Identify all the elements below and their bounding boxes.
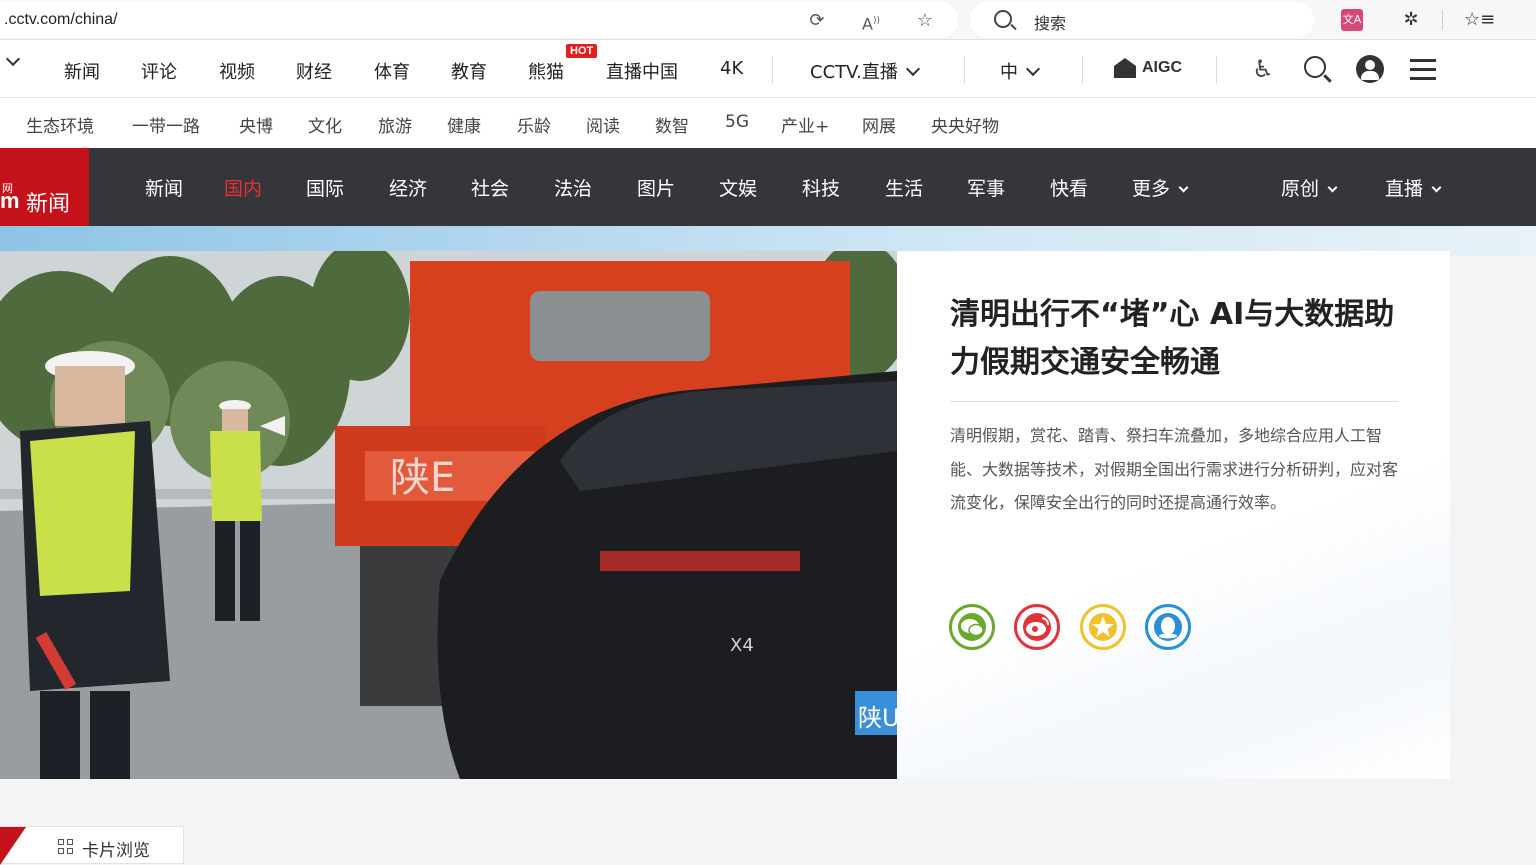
site-sub-nav: 生态环境 一带一路 央博 文化 旅游 健康 乐龄 阅读 数智 5G 产业+ 网展… [0,98,1536,148]
refresh-icon[interactable]: ⟳ [806,10,828,32]
channel-original-dropdown[interactable]: 原创 [1281,174,1338,201]
topnav-item-video[interactable]: 视频 [219,58,255,84]
nav-collapse-chevron-icon[interactable] [5,51,21,73]
channel-item-news[interactable]: 新闻 [145,174,183,201]
hero-photo[interactable]: 陕E X4 陕U [0,251,897,779]
search-placeholder: 搜索 [1034,14,1067,33]
nav-divider [964,56,965,84]
weibo-icon[interactable] [1014,604,1060,650]
browser-toolbar: .cctv.com/china/ ⟳ A)) ☆ 搜索 文A ✲ ☆≡ [0,0,1536,40]
card-view-toggle[interactable]: 卡片浏览 [0,826,184,865]
nav-divider [1082,56,1083,84]
language-label: 中 [1000,62,1018,83]
translate-icon[interactable]: 文A [1341,9,1363,31]
favorites-list-icon[interactable]: ☆≡ [1464,9,1495,31]
toolbar-divider [1442,10,1443,30]
topnav-item-comment[interactable]: 评论 [141,58,177,84]
page-right-margin [1450,256,1536,779]
hero-summary: 清明假期，赏花、踏青、祭扫车流叠加，多地综合应用人工智能、大数据等技术，对假期全… [950,426,1399,512]
channel-item-life[interactable]: 生活 [885,174,923,201]
channel-item-entertainment[interactable]: 文娱 [719,174,757,201]
topnav-item-panda[interactable]: 熊猫 [528,58,564,84]
extensions-icon[interactable]: ✲ [1400,9,1422,31]
cctv-live-dropdown[interactable]: CCTV.直播 [810,58,920,84]
hot-badge: HOT [566,44,598,58]
aigc-link[interactable]: AIGC [1114,58,1182,78]
chevron-down-icon [1025,61,1041,77]
subnav-item[interactable]: 旅游 [378,112,412,137]
original-label: 原创 [1281,178,1320,200]
user-avatar-icon[interactable] [1355,54,1385,84]
channel-live-dropdown[interactable]: 直播 [1385,174,1442,201]
headline-divider [950,401,1398,402]
car-model-text: X4 [730,635,754,656]
channel-item-quicklook[interactable]: 快看 [1050,174,1088,201]
subnav-item[interactable]: 文化 [308,112,342,137]
channel-item-law[interactable]: 法治 [554,174,592,201]
grid-icon [58,839,74,855]
chevron-down-icon [1178,182,1189,193]
search-icon [994,10,1012,28]
subnav-item[interactable]: 乐龄 [517,112,551,137]
subnav-item[interactable]: 生态环境 [26,112,94,137]
chevron-down-icon [905,61,920,77]
cctv-live-label: CCTV.直播 [810,62,898,83]
subnav-item[interactable]: 网展 [862,112,896,137]
subnav-item[interactable]: 健康 [447,112,481,137]
more-label: 更多 [1132,178,1171,200]
nav-divider [772,56,773,84]
subnav-item[interactable]: 央博 [239,112,273,137]
topnav-item-4k[interactable]: 4K [720,58,743,79]
logo-m-text: m [0,188,20,213]
red-corner-decoration [0,827,26,865]
browser-search-box[interactable]: 搜索 [970,2,1314,38]
accessibility-icon[interactable]: ♿ [1248,54,1278,84]
subnav-item[interactable]: 数智 [655,112,689,137]
channel-item-photos[interactable]: 图片 [637,174,675,201]
chevron-down-icon [1431,182,1442,193]
nav-divider [1216,56,1217,84]
hero-article-card: 清明出行不“堵”心 AI与大数据助力假期交通安全畅通 清明假期，赏花、踏青、祭扫… [897,251,1450,779]
channel-item-domestic[interactable]: 国内 [224,174,262,201]
read-aloud-icon[interactable]: A)) [860,10,882,33]
topnav-item-education[interactable]: 教育 [451,58,487,84]
chevron-down-icon [1327,182,1338,193]
car-plate-text: 陕U [858,704,897,732]
channel-item-economy[interactable]: 经济 [389,174,427,201]
channel-item-military[interactable]: 军事 [967,174,1005,201]
menu-hamburger-icon[interactable] [1408,54,1438,84]
subnav-item[interactable]: 5G [725,112,749,132]
site-top-nav: 新闻 评论 视频 财经 体育 教育 熊猫 HOT 直播中国 4K CCTV.直播… [0,40,1536,98]
favorite-star-icon[interactable]: ☆ [914,10,936,32]
aigc-label: AIGC [1142,59,1182,77]
hero-headline[interactable]: 清明出行不“堵”心 AI与大数据助力假期交通安全畅通 [950,291,1410,387]
channel-item-international[interactable]: 国际 [306,174,344,201]
qq-icon[interactable] [1145,604,1191,650]
subnav-item[interactable]: 央央好物 [931,112,999,137]
address-bar[interactable]: .cctv.com/china/ ⟳ A)) ☆ [0,2,958,38]
url-text[interactable]: .cctv.com/china/ [4,11,118,29]
topnav-item-finance[interactable]: 财经 [296,58,332,84]
aigc-logo-icon [1114,58,1136,78]
logo-news-text: 新闻 [26,192,71,217]
news-channel-bar: 新闻 国内 国际 经济 社会 法治 图片 文娱 科技 生活 军事 快看 更多 原… [0,148,1536,226]
truck-plate-text: 陕E [390,455,455,501]
subnav-item[interactable]: 一带一路 [132,112,200,137]
wechat-icon[interactable] [949,604,995,650]
channel-item-society[interactable]: 社会 [471,174,509,201]
topnav-item-live-china[interactable]: 直播中国 [606,58,678,84]
channel-more-dropdown[interactable]: 更多 [1132,174,1189,201]
hero-photo-illustration: 陕E X4 陕U [0,251,897,779]
topnav-item-sports[interactable]: 体育 [374,58,410,84]
subnav-item[interactable]: 阅读 [586,112,620,137]
language-dropdown[interactable]: 中 [1000,58,1041,84]
site-search-icon[interactable] [1302,54,1332,84]
live-label: 直播 [1385,178,1424,200]
subnav-item[interactable]: 产业+ [781,112,829,137]
card-view-label: 卡片浏览 [82,841,150,861]
channel-item-tech[interactable]: 科技 [802,174,840,201]
topnav-item-news[interactable]: 新闻 [64,58,100,84]
favorite-icon[interactable] [1080,604,1126,650]
